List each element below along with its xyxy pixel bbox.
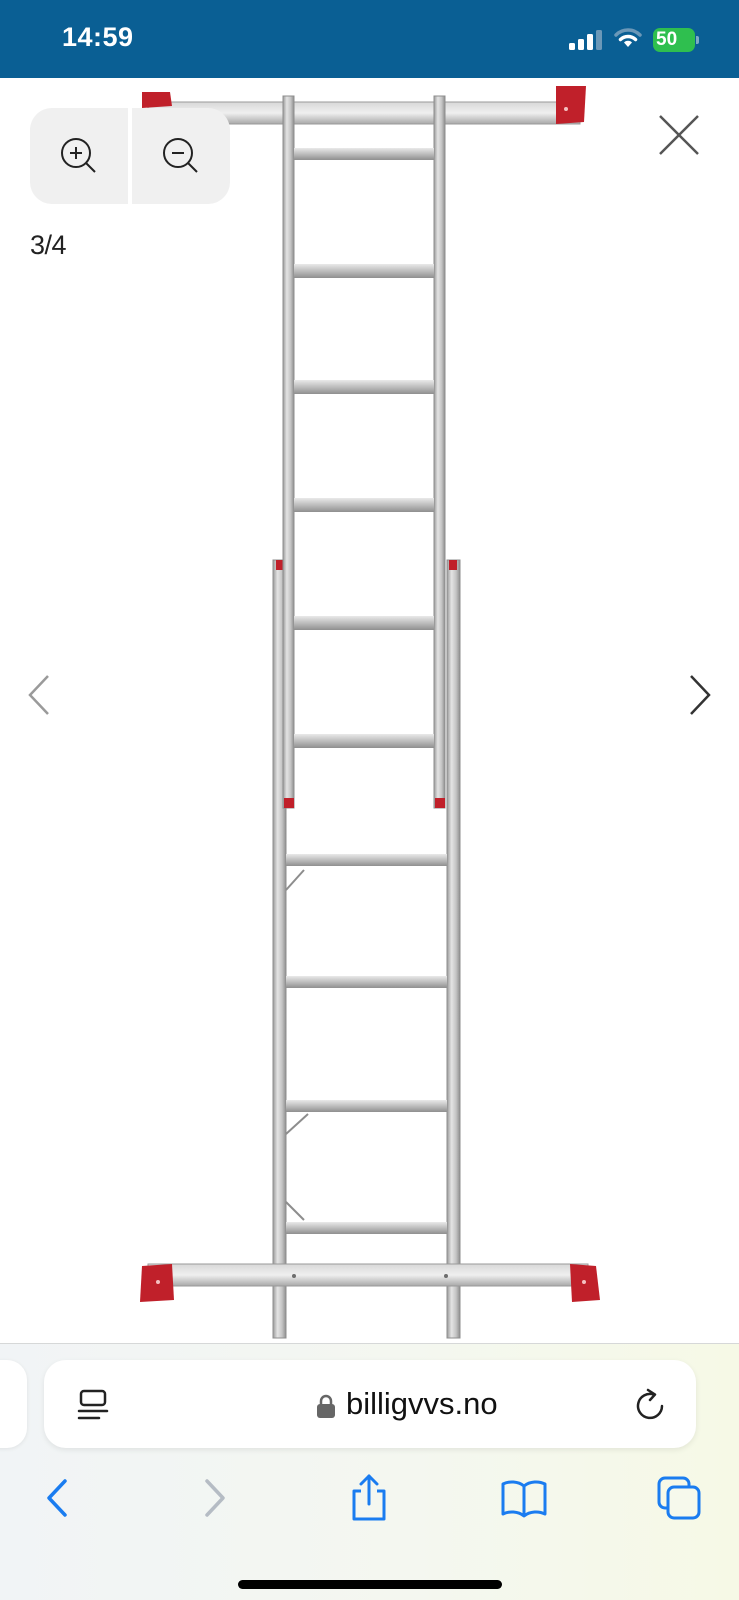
- address-bar[interactable]: billigvvs.no: [44, 1360, 696, 1448]
- status-time: 14:59: [62, 22, 134, 52]
- zoom-in-button[interactable]: [30, 108, 128, 204]
- book-icon: [501, 1480, 547, 1518]
- zoom-out-button[interactable]: [132, 108, 230, 204]
- wifi-icon: [614, 28, 642, 47]
- status-bar: 14:59 50: [0, 0, 739, 78]
- zoom-controls: [30, 108, 230, 204]
- url-text: billigvvs.no: [346, 1386, 498, 1421]
- previous-tab-peek[interactable]: [0, 1360, 27, 1448]
- reload-icon[interactable]: [634, 1388, 668, 1424]
- share-button[interactable]: [341, 1470, 397, 1526]
- chevron-left-icon: [47, 1479, 67, 1517]
- tabs-button[interactable]: [651, 1470, 707, 1526]
- battery-indicator: 50: [653, 28, 699, 52]
- home-indicator[interactable]: [238, 1580, 502, 1589]
- battery-level: 50: [656, 29, 678, 50]
- reader-mode-icon[interactable]: [77, 1388, 109, 1422]
- image-counter: 3/4: [30, 230, 67, 260]
- forward-button[interactable]: [186, 1470, 242, 1526]
- cellular-signal-icon: [569, 30, 602, 50]
- zoom-in-icon: [61, 138, 96, 173]
- browser-toolbar: billigvvs.no: [0, 1343, 739, 1600]
- product-image-ladder[interactable]: [0, 78, 739, 1343]
- share-icon: [352, 1474, 386, 1521]
- image-viewer: 3/4: [0, 78, 739, 1343]
- back-button[interactable]: [30, 1470, 86, 1526]
- close-icon[interactable]: [656, 112, 702, 158]
- lock-icon: [317, 1394, 335, 1418]
- battery-cap: [696, 36, 699, 44]
- previous-image-button[interactable]: [22, 670, 58, 720]
- bookmarks-button[interactable]: [496, 1470, 552, 1526]
- zoom-out-icon: [163, 138, 198, 173]
- next-image-button[interactable]: [681, 670, 717, 720]
- chevron-right-icon: [205, 1479, 225, 1517]
- tabs-icon: [657, 1476, 701, 1520]
